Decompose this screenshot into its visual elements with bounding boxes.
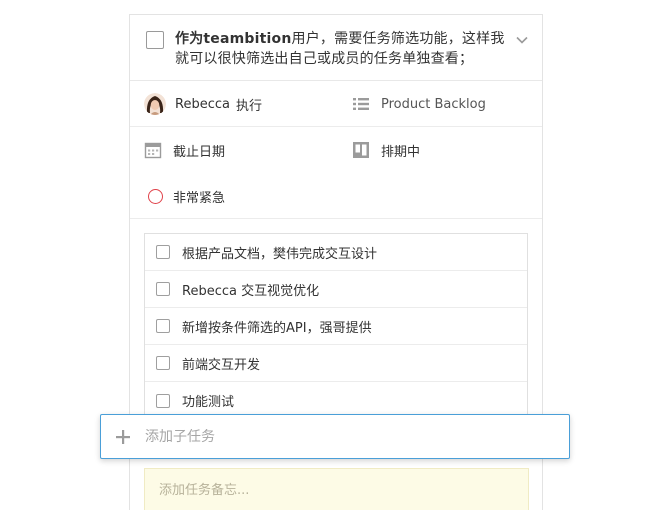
- stage-field[interactable]: Product Backlog: [352, 81, 486, 127]
- assignee-role: 执行: [235, 98, 262, 114]
- subtask-checkbox[interactable]: [156, 319, 170, 333]
- priority-circle-icon: [148, 188, 163, 204]
- meta-row-date-schedule: 截止日期 排期中: [130, 127, 542, 173]
- subtask-checkbox[interactable]: [156, 282, 170, 296]
- subtask-text: 前端交互开发: [182, 357, 261, 373]
- schedule-label: 排期中: [381, 144, 421, 160]
- priority-field[interactable]: 非常紧急: [144, 173, 225, 219]
- chevron-down-icon[interactable]: [515, 33, 529, 47]
- subtask-checkbox[interactable]: [156, 356, 170, 370]
- subtask-list: 根据产品文档，樊伟完成交互设计 Rebecca 交互视觉优化 新增按条件筛选的A…: [144, 233, 528, 420]
- board-icon: [353, 142, 369, 158]
- subtask-item[interactable]: 前端交互开发: [145, 345, 527, 382]
- due-date-label: 截止日期: [173, 144, 226, 160]
- meta-row-priority: 非常紧急: [130, 173, 542, 219]
- priority-label: 非常紧急: [173, 190, 226, 206]
- task-title[interactable]: 作为teambition用户，需要任务筛选功能，这样我就可以很快筛选出自己或成员…: [175, 29, 515, 69]
- meta-row-assignee-stage: Rebecca 执行 Product Backlog: [130, 81, 542, 127]
- subtask-checkbox[interactable]: [156, 245, 170, 259]
- assignee-name: Rebecca: [175, 96, 230, 112]
- add-subtask-bar[interactable]: [100, 414, 570, 459]
- stage-name: Product Backlog: [381, 96, 486, 112]
- task-complete-checkbox[interactable]: [146, 31, 164, 49]
- list-icon: [353, 98, 369, 110]
- task-title-bold: 作为teambition: [175, 31, 292, 47]
- subtask-text: Rebecca 交互视觉优化: [182, 283, 320, 299]
- assignee-field[interactable]: Rebecca 执行: [144, 81, 262, 127]
- subtask-text: 根据产品文档，樊伟完成交互设计: [182, 246, 378, 262]
- task-header: 作为teambition用户，需要任务筛选功能，这样我就可以很快筛选出自己或成员…: [130, 15, 542, 81]
- schedule-field[interactable]: 排期中: [352, 127, 420, 173]
- note-placeholder: 添加任务备忘...: [159, 483, 250, 498]
- subtask-item[interactable]: 根据产品文档，樊伟完成交互设计: [145, 234, 527, 271]
- add-subtask-input[interactable]: [145, 428, 545, 445]
- plus-icon[interactable]: [115, 429, 131, 445]
- task-note-field[interactable]: 添加任务备忘...: [144, 468, 529, 510]
- subtask-item[interactable]: 新增按条件筛选的API，强哥提供: [145, 308, 527, 345]
- due-date-field[interactable]: 截止日期: [144, 127, 225, 173]
- avatar: [144, 93, 166, 115]
- calendar-icon: [144, 142, 162, 159]
- subtask-checkbox[interactable]: [156, 393, 170, 408]
- subtask-text: 新增按条件筛选的API，强哥提供: [182, 320, 372, 336]
- subtask-item[interactable]: Rebecca 交互视觉优化: [145, 271, 527, 308]
- subtask-text: 功能测试: [182, 395, 235, 410]
